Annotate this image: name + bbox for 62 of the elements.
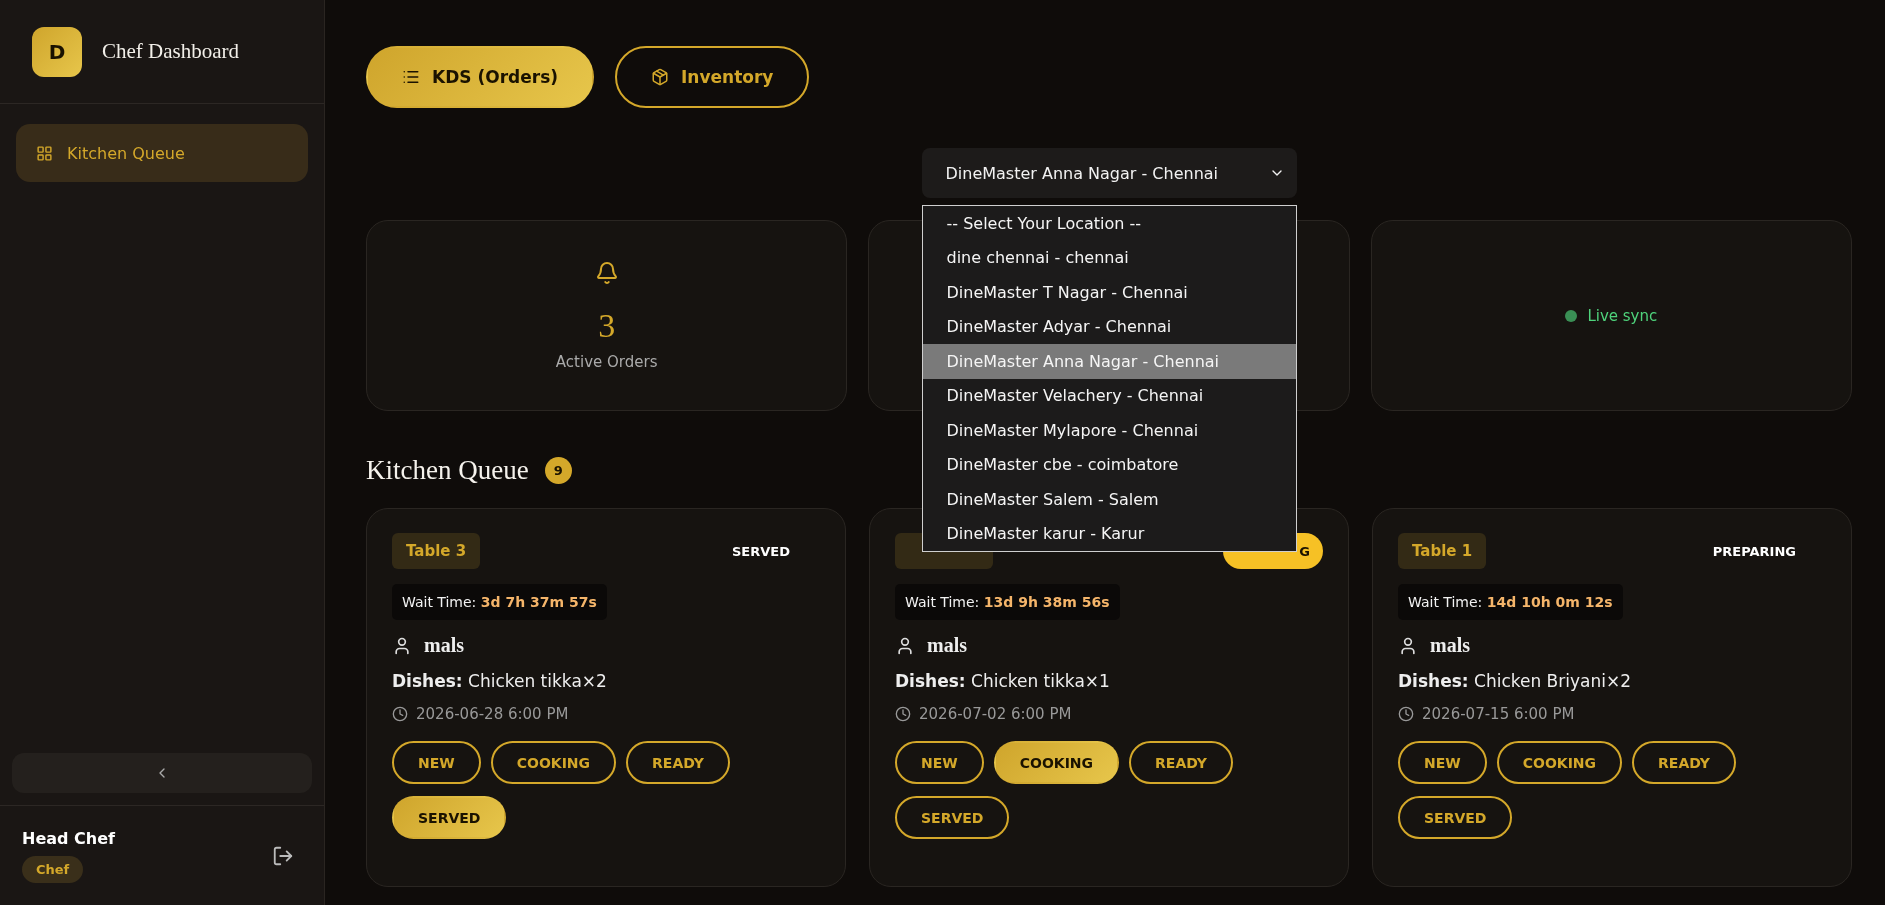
- status-button[interactable]: READY: [626, 741, 730, 784]
- user-name: Head Chef: [22, 828, 115, 848]
- order-time: 2026-06-28 6:00 PM: [416, 705, 569, 723]
- table-tag: Table 3: [392, 533, 481, 569]
- order-time: 2026-07-15 6:00 PM: [1422, 705, 1575, 723]
- status-button[interactable]: COOKING: [993, 741, 1120, 784]
- customer-name: mals: [1430, 634, 1470, 657]
- section-title: Kitchen Queue: [366, 455, 529, 486]
- tab[interactable]: Inventory: [615, 46, 810, 108]
- dropdown-option[interactable]: DineMaster cbe - coimbatore: [922, 447, 1296, 482]
- stat-label: Active Orders: [555, 352, 658, 371]
- order-status: SERVED: [732, 543, 791, 559]
- dropdown-option[interactable]: DineMaster Velachery - Chennai: [922, 378, 1296, 413]
- dishes-text: Dishes: Chicken tikka×2: [392, 671, 607, 691]
- status-button[interactable]: READY: [1632, 741, 1736, 784]
- role-tag: Chef: [22, 855, 84, 883]
- count-badge: 9: [544, 457, 572, 484]
- logo: D: [32, 26, 82, 77]
- status-button[interactable]: SERVED: [895, 796, 1010, 839]
- sync-label: Live sync: [1587, 306, 1658, 325]
- nav-item[interactable]: Kitchen Queue: [16, 124, 308, 182]
- logout-button[interactable]: [272, 844, 294, 867]
- customer-name: mals: [424, 634, 464, 657]
- grid-icon: [36, 144, 53, 162]
- dropdown-option[interactable]: DineMaster Anna Nagar - Chennai: [922, 344, 1296, 379]
- dropdown-option[interactable]: DineMaster Mylapore - Chennai: [922, 413, 1296, 448]
- dropdown-option[interactable]: DineMaster Salem - Salem: [922, 482, 1296, 517]
- package-icon: [651, 68, 670, 86]
- list-icon: [402, 68, 420, 86]
- order-time: 2026-07-02 6:00 PM: [919, 705, 1072, 723]
- status-button[interactable]: NEW: [895, 741, 984, 784]
- status-button[interactable]: NEW: [392, 741, 481, 784]
- dropdown-option[interactable]: dine chennai - chennai: [922, 240, 1296, 275]
- dishes-text: Dishes: Chicken Briyani×2: [1398, 671, 1631, 691]
- dishes-text: Dishes: Chicken tikka×1: [895, 671, 1110, 691]
- wait-time: Wait Time: 14d 10h 0m 12s: [1398, 584, 1623, 620]
- wait-time: Wait Time: 3d 7h 37m 57s: [392, 584, 607, 620]
- order-status: PREPARING: [1712, 543, 1797, 559]
- dropdown-option[interactable]: -- Select Your Location --: [922, 206, 1296, 241]
- status-button[interactable]: SERVED: [392, 796, 507, 839]
- bell-icon: [594, 260, 619, 285]
- status-button[interactable]: NEW: [1398, 741, 1487, 784]
- table-tag: Table 1: [1398, 533, 1487, 569]
- location-select[interactable]: DineMaster Anna Nagar - Chennai: [921, 148, 1297, 198]
- user-icon: [895, 635, 915, 656]
- customer-name: mals: [927, 634, 967, 657]
- status-button[interactable]: COOKING: [1496, 741, 1623, 784]
- logout-icon: [272, 844, 294, 867]
- app-title: Chef Dashboard: [102, 39, 240, 64]
- dropdown-option[interactable]: DineMaster Adyar - Chennai: [922, 309, 1296, 344]
- wait-time: Wait Time: 13d 9h 38m 56s: [895, 584, 1120, 620]
- status-button[interactable]: READY: [1129, 741, 1233, 784]
- clock-icon: [895, 706, 911, 722]
- status-button[interactable]: SERVED: [1398, 796, 1513, 839]
- dropdown-option[interactable]: DineMaster T Nagar - Chennai: [922, 275, 1296, 310]
- user-icon: [1398, 635, 1418, 656]
- clock-icon: [392, 706, 408, 722]
- status-button[interactable]: COOKING: [490, 741, 617, 784]
- clock-icon: [1398, 706, 1414, 722]
- user-icon: [392, 635, 412, 656]
- tab[interactable]: KDS (Orders): [366, 46, 595, 108]
- stat-value: 3: [598, 306, 616, 345]
